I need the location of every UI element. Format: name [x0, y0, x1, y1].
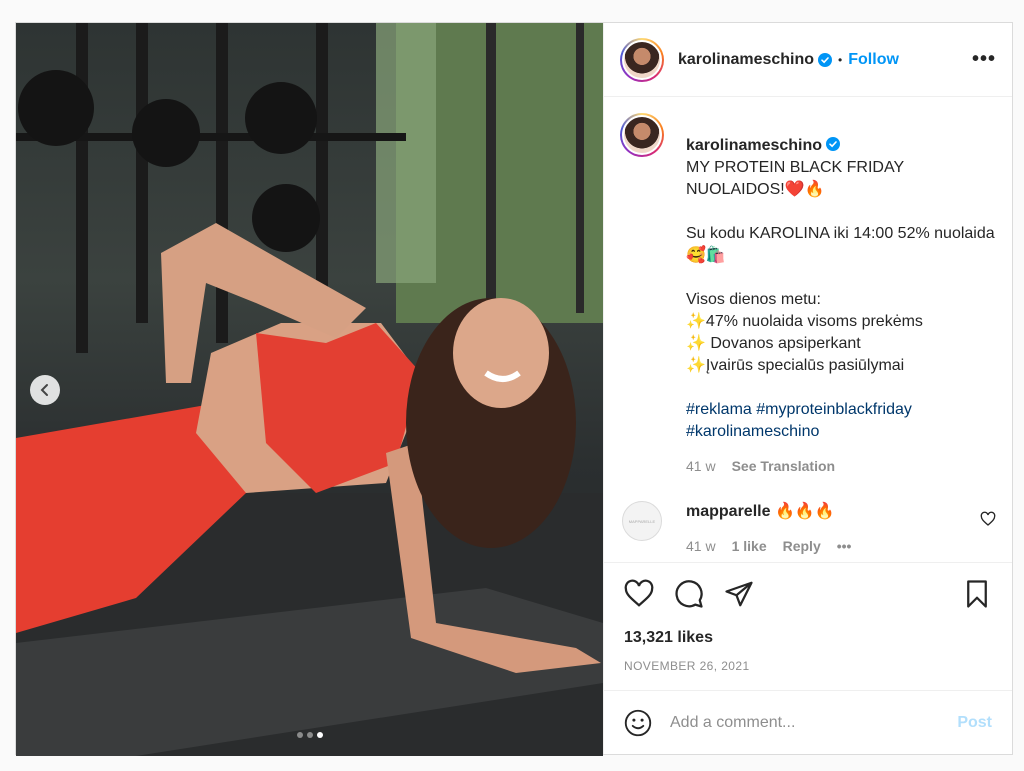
post-photo	[16, 23, 603, 756]
caption-username[interactable]: karolinameschino	[686, 137, 822, 154]
comment-time[interactable]: 41 w	[686, 535, 716, 557]
comment-item: MAPPARELLE mapparelle 🔥🔥🔥 41 w 1 like Re…	[620, 501, 996, 557]
like-comment-heart-icon[interactable]	[980, 511, 996, 527]
carousel-prev-button[interactable]	[30, 375, 60, 405]
caption-hashtags[interactable]: #reklama #myproteinblackfriday #karolina…	[686, 399, 996, 443]
post-media	[16, 23, 603, 756]
add-comment-bar: Post	[604, 690, 1012, 754]
see-translation-button[interactable]: See Translation	[732, 455, 835, 477]
commenter-avatar[interactable]: MAPPARELLE	[622, 501, 662, 541]
post-actions: 13,321 likes NOVEMBER 26, 2021	[604, 562, 1012, 673]
header-separator: •	[838, 52, 843, 67]
caption-time[interactable]: 41 w	[686, 455, 716, 477]
likes-count[interactable]: 13,321 likes	[624, 629, 992, 647]
chevron-left-icon	[40, 384, 48, 396]
emoji-icon[interactable]	[624, 709, 652, 737]
caption-line-1: Su kodu KAROLINA iki 14:00 52% nuolaida …	[686, 225, 995, 264]
share-paper-plane-icon[interactable]	[724, 579, 754, 609]
author-username[interactable]: karolinameschino	[678, 51, 814, 69]
caption: karolinameschino MY PROTEIN BLACK FRIDAY…	[620, 113, 996, 477]
reply-button[interactable]: Reply	[783, 535, 821, 557]
more-options-button[interactable]: •••	[972, 48, 996, 71]
comments-section: karolinameschino MY PROTEIN BLACK FRIDAY…	[604, 97, 1012, 562]
like-heart-icon[interactable]	[624, 579, 654, 609]
carousel-dot	[306, 732, 313, 738]
caption-title: MY PROTEIN BLACK FRIDAY NUOLAIDOS!❤️🔥	[686, 159, 904, 198]
comment-bubble-icon[interactable]	[674, 579, 704, 609]
commenter-username[interactable]: mapparelle	[686, 503, 770, 520]
add-comment-input[interactable]	[670, 713, 958, 732]
caption-meta: 41 w See Translation	[686, 455, 996, 477]
carousel-indicator	[16, 732, 603, 738]
post-sidebar: karolinameschino • Follow ••• karoliname…	[603, 23, 1012, 754]
caption-avatar[interactable]	[620, 113, 664, 157]
comment-likes[interactable]: 1 like	[732, 535, 767, 557]
save-bookmark-icon[interactable]	[962, 579, 992, 609]
carousel-dot	[296, 732, 303, 738]
post-comment-button[interactable]: Post	[957, 714, 992, 732]
caption-line-2: Visos dienos metu: ✨47% nuolaida visoms …	[686, 291, 923, 374]
follow-button[interactable]: Follow	[848, 51, 899, 69]
comment-more-button[interactable]: •••	[837, 535, 852, 557]
post-date[interactable]: NOVEMBER 26, 2021	[624, 659, 992, 673]
comment-text: 🔥🔥🔥	[774, 503, 835, 520]
verified-badge-icon	[818, 52, 833, 67]
comment-meta: 41 w 1 like Reply •••	[686, 535, 996, 557]
verified-badge-icon	[826, 137, 841, 151]
post-header: karolinameschino • Follow •••	[604, 23, 1012, 97]
author-avatar[interactable]	[620, 37, 664, 82]
carousel-dot-active	[316, 732, 323, 738]
instagram-post: karolinameschino • Follow ••• karoliname…	[15, 22, 1013, 756]
